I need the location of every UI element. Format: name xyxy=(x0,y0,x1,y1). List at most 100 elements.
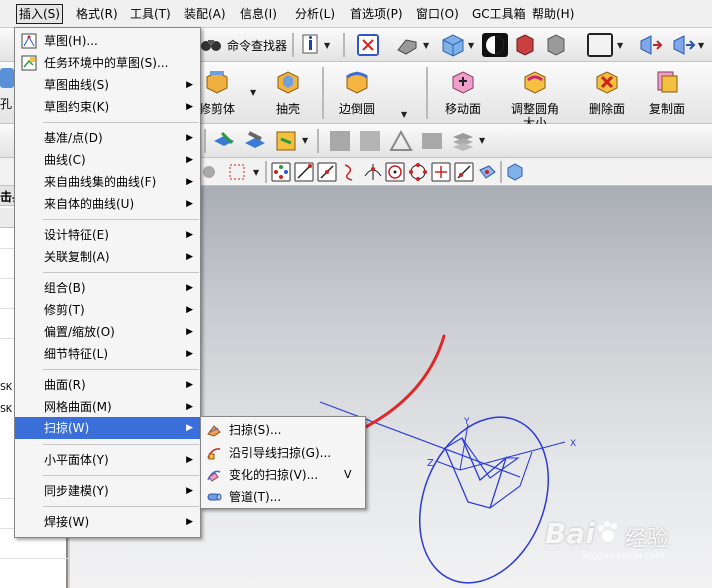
menu-item-surface[interactable]: 曲面(R) ▶ xyxy=(15,374,200,396)
disabled-tool-icon[interactable] xyxy=(328,129,352,153)
perspective-icon[interactable] xyxy=(396,34,418,56)
menu-item-curve-from-curves[interactable]: 来自曲线集的曲线(F) ▶ xyxy=(15,171,200,193)
menu-item-synchronous-modeling[interactable]: 同步建模(Y) ▶ xyxy=(15,480,200,502)
existing-point-icon[interactable] xyxy=(431,162,451,182)
fit-view-icon[interactable] xyxy=(357,34,379,56)
menu-item-sketch-curve[interactable]: 草图曲线(S) ▶ xyxy=(15,74,200,96)
reorient-view-icon[interactable] xyxy=(672,33,696,57)
resize-blend-button[interactable]: 调整圆角 大小 xyxy=(506,68,564,131)
mid-point-icon[interactable] xyxy=(317,162,337,182)
mate-component-icon[interactable] xyxy=(243,129,267,153)
trim-body-button[interactable]: 修剪体 xyxy=(197,68,237,117)
submenu-arrow-icon: ▶ xyxy=(186,230,193,240)
menu-window[interactable]: 窗口(O) xyxy=(416,5,459,23)
move-face-icon xyxy=(452,71,474,94)
orient-view-icon[interactable] xyxy=(639,33,663,57)
dropdown-arrow-icon[interactable]: ▼ xyxy=(250,88,256,97)
menu-item-curve-from-bodies[interactable]: 来自体的曲线(U) ▶ xyxy=(15,193,200,215)
menu-item-label: 草图(H)... xyxy=(44,34,98,48)
tube-icon xyxy=(207,493,222,501)
panel-row-divider xyxy=(0,558,68,559)
menu-item-design-feature[interactable]: 设计特征(E) ▶ xyxy=(15,224,200,246)
selection-box-icon[interactable] xyxy=(229,164,245,180)
menu-item-combine[interactable]: 组合(B) ▶ xyxy=(15,277,200,299)
copy-face-button[interactable]: 复制面 xyxy=(645,68,689,117)
dropdown-arrow-icon[interactable]: ▼ xyxy=(479,136,485,145)
menu-item-sketch[interactable]: 草图(H)... xyxy=(15,30,200,52)
submenu-item-sweep-along-guide[interactable]: 沿引导线扫掠(G)... xyxy=(201,442,365,464)
menu-item-offset-scale[interactable]: 偏置/缩放(O) ▶ xyxy=(15,321,200,343)
add-component-icon[interactable] xyxy=(212,129,236,153)
menu-format[interactable]: 格式(R) xyxy=(76,5,118,23)
menu-item-detail-feature[interactable]: 细节特征(L) ▶ xyxy=(15,343,200,365)
dropdown-arrow-icon[interactable]: ▼ xyxy=(302,136,308,145)
menu-info[interactable]: 信息(I) xyxy=(240,5,277,23)
point-on-curve-icon[interactable] xyxy=(454,162,474,182)
delete-face-button[interactable]: 删除面 xyxy=(585,68,629,117)
menu-insert[interactable]: 插入(S) xyxy=(16,4,63,24)
quadrant-point-icon[interactable] xyxy=(408,162,428,182)
menu-item-label: 来自曲线集的曲线(F) xyxy=(44,175,157,189)
menu-item-sketch-constraint[interactable]: 草图约束(K) ▶ xyxy=(15,96,200,118)
tree-row-sketch[interactable]: SK xyxy=(0,382,12,393)
shell-button[interactable]: 抽壳 xyxy=(268,68,308,117)
dropdown-arrow-icon[interactable]: ▼ xyxy=(253,168,259,177)
menu-item-label: 曲面(R) xyxy=(44,378,86,392)
snap-points-icon[interactable] xyxy=(271,162,291,182)
dropdown-arrow-icon[interactable]: ▼ xyxy=(468,41,474,50)
binoculars-icon xyxy=(201,40,221,51)
menu-help[interactable]: 帮助(H) xyxy=(532,5,574,23)
menu-item-curve[interactable]: 曲线(C) ▶ xyxy=(15,149,200,171)
stack-layers-icon[interactable] xyxy=(451,129,475,153)
menu-item-weld[interactable]: 焊接(W) ▶ xyxy=(15,511,200,533)
shell-label: 抽壳 xyxy=(275,102,300,116)
menu-item-trim[interactable]: 修剪(T) ▶ xyxy=(15,299,200,321)
arc-center-icon[interactable] xyxy=(385,162,405,182)
menu-preferences[interactable]: 首选项(P) xyxy=(350,5,403,23)
submenu-item-shortcut: V xyxy=(344,468,352,481)
menu-gc-toolbox[interactable]: GC工具箱 xyxy=(472,5,526,23)
submenu-item-variational-sweep[interactable]: 变化的扫掠(V)... V xyxy=(201,464,365,486)
menu-item-mesh-surface[interactable]: 网格曲面(M) ▶ xyxy=(15,396,200,418)
tree-row-sketch[interactable]: SK xyxy=(0,404,12,415)
end-point-icon[interactable] xyxy=(294,162,314,182)
dropdown-arrow-icon[interactable]: ▼ xyxy=(324,41,330,50)
dropdown-arrow-icon[interactable]: ▼ xyxy=(617,41,623,50)
info-icon[interactable] xyxy=(301,34,323,56)
move-face-button[interactable]: 移动面 xyxy=(440,68,486,117)
menu-item-facet-body[interactable]: 小平面体(Y) ▶ xyxy=(15,449,200,471)
menu-tools[interactable]: 工具(T) xyxy=(130,5,171,23)
hole-icon[interactable] xyxy=(0,68,14,88)
dropdown-arrow-icon[interactable]: ▼ xyxy=(698,41,704,50)
submenu-item-label: 扫掠(S)... xyxy=(229,423,282,437)
menu-item-sweep[interactable]: 扫掠(W) ▶ xyxy=(15,417,200,439)
disabled-tool-icon[interactable] xyxy=(420,129,444,153)
menu-item-task-sketch[interactable]: 任务环境中的草图(S)... xyxy=(15,52,200,74)
reposition-component-icon[interactable] xyxy=(274,129,298,153)
submenu-item-sweep[interactable]: 扫掠(S)... xyxy=(201,419,365,441)
intersection-icon[interactable] xyxy=(363,162,383,182)
shaded-edges-icon[interactable] xyxy=(482,33,508,57)
gear-icon[interactable] xyxy=(200,163,218,181)
edge-blend-button[interactable]: 边倒圆 xyxy=(332,68,382,117)
menu-item-datum-point[interactable]: 基准/点(D) ▶ xyxy=(15,127,200,149)
command-finder-label[interactable]: 命令查找器 xyxy=(227,37,287,54)
submenu-arrow-icon: ▶ xyxy=(186,102,193,112)
menu-analysis[interactable]: 分析(L) xyxy=(295,5,335,23)
menu-separator xyxy=(43,475,199,476)
disabled-tool-icon[interactable] xyxy=(358,129,382,153)
shade-box-icon[interactable] xyxy=(544,33,568,57)
triangle-outline-icon[interactable] xyxy=(389,129,413,153)
shaded-cube-icon[interactable] xyxy=(505,162,525,182)
menu-assembly[interactable]: 装配(A) xyxy=(184,5,226,23)
cube-icon[interactable] xyxy=(440,33,466,57)
section-view-icon[interactable] xyxy=(513,33,537,57)
point-on-face-icon[interactable] xyxy=(477,162,497,182)
dropdown-arrow-icon[interactable]: ▼ xyxy=(423,41,429,50)
control-point-icon[interactable] xyxy=(340,162,360,182)
menu-item-label: 网格曲面(M) xyxy=(44,400,112,414)
menu-item-associative-copy[interactable]: 关联复制(A) ▶ xyxy=(15,246,200,268)
background-icon[interactable] xyxy=(587,33,613,57)
submenu-item-tube[interactable]: 管道(T)... xyxy=(201,486,365,508)
dropdown-arrow-icon[interactable]: ▼ xyxy=(401,110,407,119)
